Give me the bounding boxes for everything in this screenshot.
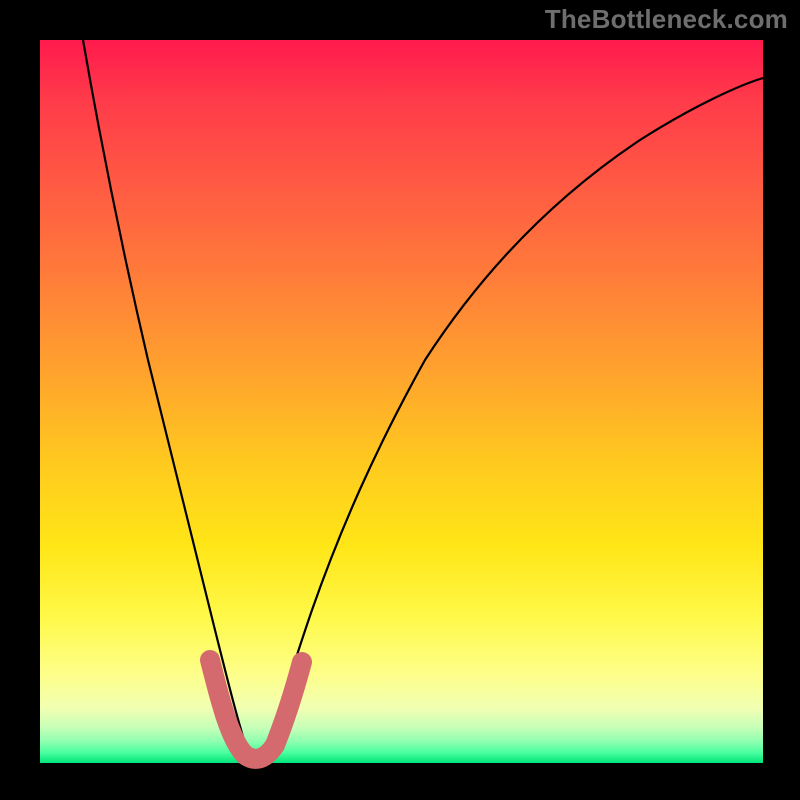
- highlight-trough: [210, 660, 302, 759]
- watermark-text: TheBottleneck.com: [545, 4, 788, 35]
- chart-frame: TheBottleneck.com: [0, 0, 800, 800]
- bottleneck-curve: [83, 40, 763, 759]
- chart-svg: [40, 40, 763, 763]
